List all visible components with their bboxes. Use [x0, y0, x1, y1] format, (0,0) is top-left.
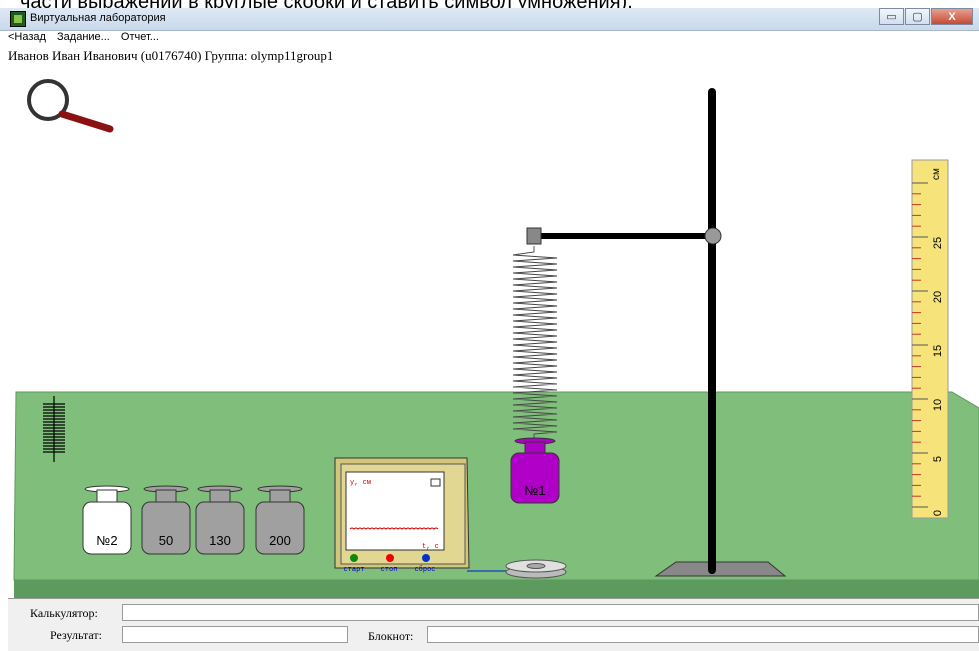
notepad-input[interactable]: [427, 626, 979, 643]
ruler-label: 5: [932, 456, 944, 462]
calculator-label: Калькулятор:: [30, 606, 98, 620]
weight-label: 50: [159, 533, 173, 548]
measuring-ruler[interactable]: см 0 5 10 15 20 25: [911, 159, 949, 519]
menu-back[interactable]: <Назад: [8, 31, 46, 43]
ruler-label: 15: [932, 345, 944, 357]
result-field[interactable]: [122, 626, 348, 643]
window-title: Виртуальная лаборатория: [30, 12, 166, 24]
start-button-label[interactable]: старт: [343, 566, 364, 574]
oscilloscope: y, см t, c старт стоп сброс: [334, 457, 470, 574]
ruler-label: 0: [932, 510, 944, 516]
menu-task[interactable]: Задание...: [57, 31, 110, 43]
stop-button-label[interactable]: стоп: [381, 566, 398, 574]
ruler-unit: см: [931, 168, 942, 180]
ruler-label: 10: [932, 399, 944, 411]
ruler-label: 20: [932, 291, 944, 303]
maximize-button[interactable]: ▢: [905, 8, 930, 25]
bottom-panel: Калькулятор: Результат: Блокнот:: [8, 598, 979, 651]
window-titlebar: Виртуальная лаборатория ▭ ▢ X: [0, 8, 979, 31]
user-info: Иванов Иван Иванович (u0176740) Группа: …: [8, 48, 334, 63]
notepad-label: Блокнот:: [368, 629, 414, 643]
magnifier-icon[interactable]: [27, 79, 114, 133]
reset-indicator[interactable]: [422, 554, 430, 562]
start-indicator[interactable]: [350, 554, 358, 562]
app-icon: [10, 11, 26, 27]
minimize-button[interactable]: ▭: [879, 8, 904, 25]
lab-canvas: №2 50 130 200 y, см t, c старт стоп сбро…: [13, 79, 979, 598]
weight-label: №2: [96, 533, 117, 548]
weight-label: №1: [524, 483, 545, 498]
menubar: <Назад Задание... Отчет...: [8, 31, 167, 47]
result-label: Результат:: [50, 628, 102, 642]
axis-y-label: y, см: [350, 479, 371, 487]
calculator-input[interactable]: [122, 604, 979, 621]
close-button[interactable]: X: [931, 8, 973, 25]
oscilloscope-window-icon[interactable]: [430, 478, 441, 487]
table-front-edge: [14, 580, 979, 598]
stop-indicator[interactable]: [386, 554, 394, 562]
weight-label: 200: [269, 533, 291, 548]
ruler-label: 25: [932, 237, 944, 249]
menu-report[interactable]: Отчет...: [121, 31, 159, 43]
axis-t-label: t, c: [422, 543, 439, 551]
motion-sensor[interactable]: [505, 559, 567, 579]
weight-label: 130: [209, 533, 231, 548]
reset-button-label[interactable]: сброс: [414, 565, 435, 574]
